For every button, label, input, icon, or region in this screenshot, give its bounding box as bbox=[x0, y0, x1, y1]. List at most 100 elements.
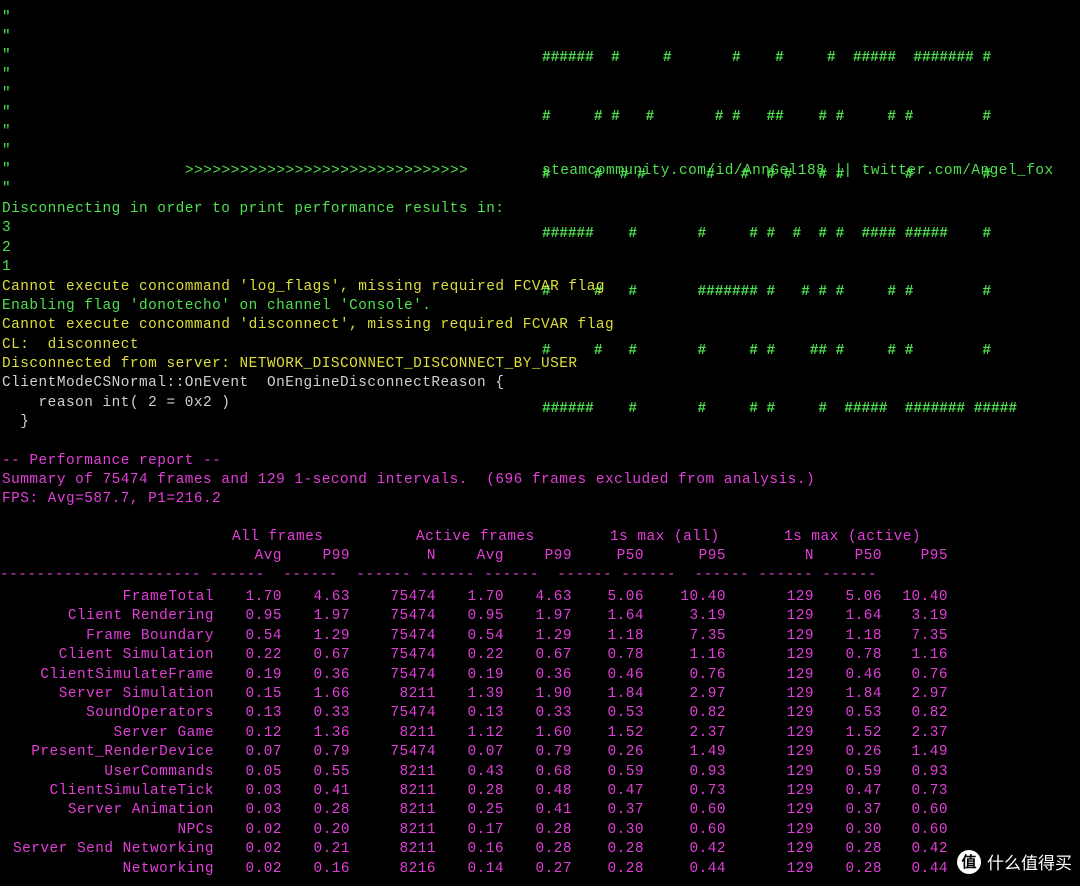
table-cell: 0.28 bbox=[313, 802, 350, 819]
group-all-frames: All frames bbox=[232, 529, 324, 545]
log-line: FPS: Avg=587.7, P1=216.2 bbox=[2, 491, 222, 507]
table-cell: 0.44 bbox=[689, 860, 726, 877]
table-cell: 75474 bbox=[390, 647, 436, 664]
table-cell: 1.39 bbox=[467, 686, 504, 702]
table-cell: 0.95 bbox=[245, 608, 282, 625]
table-cell: 1.16 bbox=[689, 647, 726, 664]
table-cell: 0.73 bbox=[689, 783, 726, 799]
table-cell: 1.16 bbox=[911, 647, 948, 664]
table-cell: 0.53 bbox=[607, 705, 644, 722]
quote-mark: " bbox=[2, 105, 12, 121]
log-line: Enabling flag 'donotecho' on channel 'Co… bbox=[2, 298, 432, 314]
table-cell: 0.26 bbox=[845, 744, 882, 761]
table-cell: 129 bbox=[786, 686, 814, 702]
row-label: SoundOperators bbox=[86, 705, 214, 722]
table-cell: 0.21 bbox=[313, 841, 350, 858]
table-cell: 0.42 bbox=[911, 841, 948, 858]
quote-mark: " bbox=[2, 67, 12, 83]
quote-mark: " bbox=[2, 10, 12, 26]
column-header: Avg bbox=[476, 548, 504, 565]
banner-line: ###### # # # # # # # #### ##### # bbox=[542, 225, 992, 242]
quote-mark: " bbox=[2, 29, 12, 45]
table-cell: 0.41 bbox=[535, 802, 572, 819]
table-cell: 2.37 bbox=[911, 724, 948, 741]
table-cell: 0.55 bbox=[313, 763, 350, 780]
table-cell: 129 bbox=[786, 783, 814, 799]
table-row: UserCommands 0.05 0.55 8211 0.43 0.68 0.59 0.93… bbox=[0, 763, 1080, 782]
log-line: Cannot execute concommand 'disconnect', … bbox=[2, 317, 615, 333]
table-cell: 0.43 bbox=[467, 763, 504, 780]
table-cell: 2.97 bbox=[911, 686, 948, 702]
watermark-logo-icon: 值 bbox=[957, 849, 981, 874]
table-cell: 0.28 bbox=[535, 821, 572, 838]
table-cell: 0.30 bbox=[607, 821, 644, 838]
table-cell: 1.90 bbox=[535, 686, 572, 702]
table-cell: 8211 bbox=[399, 841, 436, 858]
table-cell: 1.18 bbox=[607, 627, 644, 644]
table-cell: 0.79 bbox=[535, 744, 572, 761]
table-cell: 0.12 bbox=[245, 724, 282, 741]
table-cell: 1.29 bbox=[535, 627, 572, 644]
table-cell: 10.40 bbox=[902, 589, 948, 605]
log-line: ClientModeCSNormal::OnEvent OnEngineDisc… bbox=[2, 375, 505, 391]
table-cell: 0.53 bbox=[845, 705, 882, 722]
table-cell: 75474 bbox=[390, 608, 436, 625]
table-cell: 0.27 bbox=[535, 860, 572, 877]
table-cell: 1.12 bbox=[467, 724, 504, 741]
table-cell: 129 bbox=[786, 744, 814, 761]
log-line: 2 bbox=[2, 240, 12, 256]
table-cell: 1.60 bbox=[535, 724, 572, 741]
log-line: CL: disconnect bbox=[2, 337, 140, 353]
log-line: reason int( 2 = 0x2 ) bbox=[2, 395, 231, 411]
table-cell: 2.97 bbox=[689, 686, 726, 702]
table-cell: 129 bbox=[786, 705, 814, 722]
table-cell: 0.67 bbox=[535, 647, 572, 664]
table-row: SoundOperators 0.13 0.33 75474 0.13 0.33 0.53 0… bbox=[0, 704, 1080, 723]
table-cell: 8211 bbox=[399, 763, 436, 780]
table-cell: 0.02 bbox=[245, 841, 282, 858]
table-cell: 0.28 bbox=[535, 841, 572, 858]
banner-line: ###### # # # # # ##### ####### ##### bbox=[542, 401, 1017, 417]
watermark-text: 什么值得买 bbox=[987, 854, 1072, 874]
table-cell: 1.70 bbox=[245, 589, 282, 605]
log-line: Disconnecting in order to print performa… bbox=[2, 201, 505, 217]
table-cell: 129 bbox=[786, 666, 814, 683]
ascii-art-banner: ###### # # # # # ##### ####### # # # # #… bbox=[542, 10, 1017, 459]
table-cell: 3.19 bbox=[689, 608, 726, 625]
table-cell: 0.28 bbox=[607, 860, 644, 877]
table-cell: 75474 bbox=[390, 705, 436, 722]
table-cell: 0.19 bbox=[245, 666, 282, 683]
table-cell: 0.16 bbox=[313, 860, 350, 877]
table-cell: 0.33 bbox=[535, 705, 572, 722]
table-cell: 1.97 bbox=[313, 608, 350, 625]
table-cell: 0.47 bbox=[845, 783, 882, 799]
table-row: FrameTotal 1.70 4.63 75474 1.70 4.63 5.06 10.40… bbox=[0, 588, 1080, 607]
table-row: Client Simulation 0.22 0.67 75474 0.22 0.67 0.… bbox=[0, 646, 1080, 665]
table-cell: 129 bbox=[786, 841, 814, 858]
quote-mark: " bbox=[2, 181, 12, 197]
table-cell: 7.35 bbox=[911, 627, 948, 644]
table-cell: 0.59 bbox=[845, 763, 882, 780]
table-cell: 0.60 bbox=[689, 802, 726, 819]
quote-mark: " bbox=[2, 48, 12, 64]
log-line: } bbox=[2, 414, 30, 430]
table-cell: 8211 bbox=[399, 724, 436, 741]
log-line: 1 bbox=[2, 259, 12, 275]
table-cell: 0.25 bbox=[467, 802, 504, 819]
log-line: Summary of 75474 frames and 129 1-second… bbox=[2, 472, 816, 488]
table-cell: 0.13 bbox=[245, 705, 282, 722]
log-line: 3 bbox=[2, 220, 12, 236]
column-header: P99 bbox=[322, 548, 350, 565]
table-cell: 0.07 bbox=[245, 744, 282, 761]
table-cell: 0.22 bbox=[467, 647, 504, 664]
row-label: UserCommands bbox=[104, 763, 214, 780]
table-cell: 1.64 bbox=[845, 608, 882, 625]
table-group-header: All frames Active frames 1s max (all) 1s… bbox=[0, 528, 1080, 547]
table-cell: 0.46 bbox=[845, 666, 882, 683]
row-label: Server Animation bbox=[67, 802, 214, 819]
table-cell: 1.66 bbox=[313, 686, 350, 702]
console-output: " " " " " " " " " " ###### # # # # # ###… bbox=[0, 0, 1080, 886]
table-cell: 0.28 bbox=[845, 860, 882, 877]
column-header: N bbox=[804, 548, 814, 565]
banner-line: # # # # # # ## # # # # bbox=[542, 342, 992, 359]
